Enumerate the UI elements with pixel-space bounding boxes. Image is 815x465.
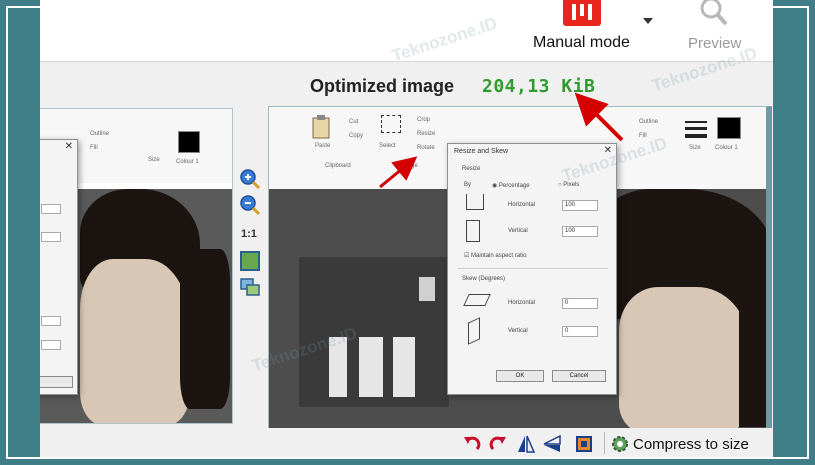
blurred-letter-3 [393, 337, 415, 397]
zoom-out-icon[interactable] [239, 194, 261, 216]
compare-images-icon[interactable] [239, 276, 261, 298]
face-shape [80, 259, 190, 423]
pixels-label: Pixels [563, 182, 580, 188]
hair-side [180, 249, 230, 409]
fill-label: Fill [90, 145, 98, 151]
paste-icon[interactable] [311, 115, 331, 139]
skew-vertical-input[interactable]: 0 [562, 326, 598, 337]
compress-to-size-button[interactable]: Compress to size [633, 436, 749, 453]
percentage-radio[interactable]: ◉ Percentage [492, 182, 530, 189]
clipboard-label: Clipboard [325, 163, 351, 169]
manual-mode-label: Manual mode [533, 34, 630, 51]
percentage-label: Percentage [498, 183, 530, 189]
skew-section-label: Skew (Degrees) [462, 276, 506, 282]
blurred-letter-1 [329, 337, 347, 397]
select-icon[interactable] [381, 115, 401, 133]
close-icon[interactable]: ✕ [604, 145, 612, 156]
gear-icon[interactable] [610, 434, 630, 454]
top-toolbar: Manual mode Preview [40, 0, 773, 62]
resize-skew-dialog: Resize and Skew ✕ Resize By ◉ Percentage… [447, 143, 617, 395]
rotate-right-icon[interactable] [488, 434, 508, 454]
resize-section-label: Resize [462, 166, 481, 172]
left-input-4[interactable] [41, 340, 61, 350]
toolbar-separator [604, 432, 605, 454]
outline-label: Outline [90, 131, 110, 137]
vertical-input[interactable]: 100 [562, 226, 598, 237]
zoom-actual-size-button[interactable]: 1:1 [241, 228, 257, 240]
cut-label: Cut [349, 119, 359, 125]
flip-horizontal-icon[interactable] [516, 434, 536, 454]
manual-mode-icon [563, 0, 601, 26]
app-window: Manual mode Preview Optimized image 204,… [40, 0, 773, 457]
divider [458, 268, 608, 269]
select-label: Select [379, 143, 396, 149]
by-label: By [464, 182, 472, 188]
size-icon[interactable] [685, 119, 707, 139]
image-group-label: Image [401, 163, 418, 169]
skew-horizontal-label: Horizontal [508, 300, 536, 306]
manual-mode-button[interactable]: Manual mode [525, 0, 655, 60]
copy-label: Copy [349, 133, 364, 139]
preview-button[interactable]: Preview [680, 0, 750, 60]
cancel-button[interactable]: Cancel [552, 370, 606, 382]
left-input-1[interactable] [41, 204, 61, 214]
left-input-3[interactable] [41, 316, 61, 326]
paste-label: Paste [315, 143, 331, 149]
fill-label: Fill [639, 133, 647, 139]
dialog-title: Resize and Skew [454, 148, 509, 155]
zoom-in-icon[interactable] [239, 168, 261, 190]
resize-label: Resize [417, 131, 436, 137]
crop-label: Crop [417, 117, 431, 123]
left-cancel-button[interactable] [40, 376, 73, 388]
optimized-image-pane[interactable]: Paste Cut Copy Clipboard Select Crop Res… [268, 106, 772, 432]
face-shape [619, 287, 749, 431]
horizontal-input[interactable]: 100 [562, 200, 598, 211]
hair-side [739, 267, 766, 427]
zoom-controls: 1:1 [235, 160, 265, 300]
skew-vertical-label: Vertical [508, 328, 528, 334]
size-label: Size [689, 145, 701, 151]
blurred-letter-4 [419, 277, 435, 301]
preview-label: Preview [688, 35, 742, 52]
horizontal-resize-icon [466, 194, 484, 210]
blurred-letter-2 [359, 337, 383, 397]
rotate-label: Rotate [417, 145, 435, 151]
optimized-image-title: Optimized image [310, 76, 455, 96]
optimized-size-value: 204,13 KiB [482, 76, 596, 97]
dialog-left-fragment: ✕ [40, 139, 78, 395]
aspect-ratio-label: Maintain aspect ratio [471, 253, 527, 259]
original-image-pane[interactable]: Outline Fill Size Colour 1 ✕ [40, 108, 233, 424]
magnifier-icon [700, 0, 728, 26]
colour-swatch [178, 131, 200, 153]
chevron-down-icon[interactable] [643, 18, 653, 24]
fit-image-icon[interactable] [239, 250, 261, 272]
left-input-2[interactable] [41, 232, 61, 242]
crop-icon[interactable] [574, 434, 594, 454]
vertical-resize-icon [466, 220, 480, 242]
vertical-label: Vertical [508, 228, 528, 234]
skew-vertical-icon [468, 317, 480, 345]
colour-swatch[interactable] [717, 117, 741, 139]
size-label: Size [148, 157, 160, 163]
close-icon[interactable]: ✕ [65, 141, 73, 152]
skew-horizontal-icon [463, 294, 491, 306]
rotate-left-icon[interactable] [462, 434, 482, 454]
horizontal-label: Horizontal [508, 202, 536, 208]
aspect-ratio-checkbox[interactable]: ☑ Maintain aspect ratio [464, 252, 526, 259]
skew-horizontal-input[interactable]: 0 [562, 298, 598, 309]
flip-vertical-icon[interactable] [542, 434, 562, 454]
outline-label: Outline [639, 119, 659, 125]
pixels-radio[interactable]: ○ Pixels [558, 182, 579, 188]
colour-label: Colour 1 [715, 145, 738, 151]
colour-label: Colour 1 [176, 159, 199, 165]
ok-button[interactable]: OK [496, 370, 544, 382]
